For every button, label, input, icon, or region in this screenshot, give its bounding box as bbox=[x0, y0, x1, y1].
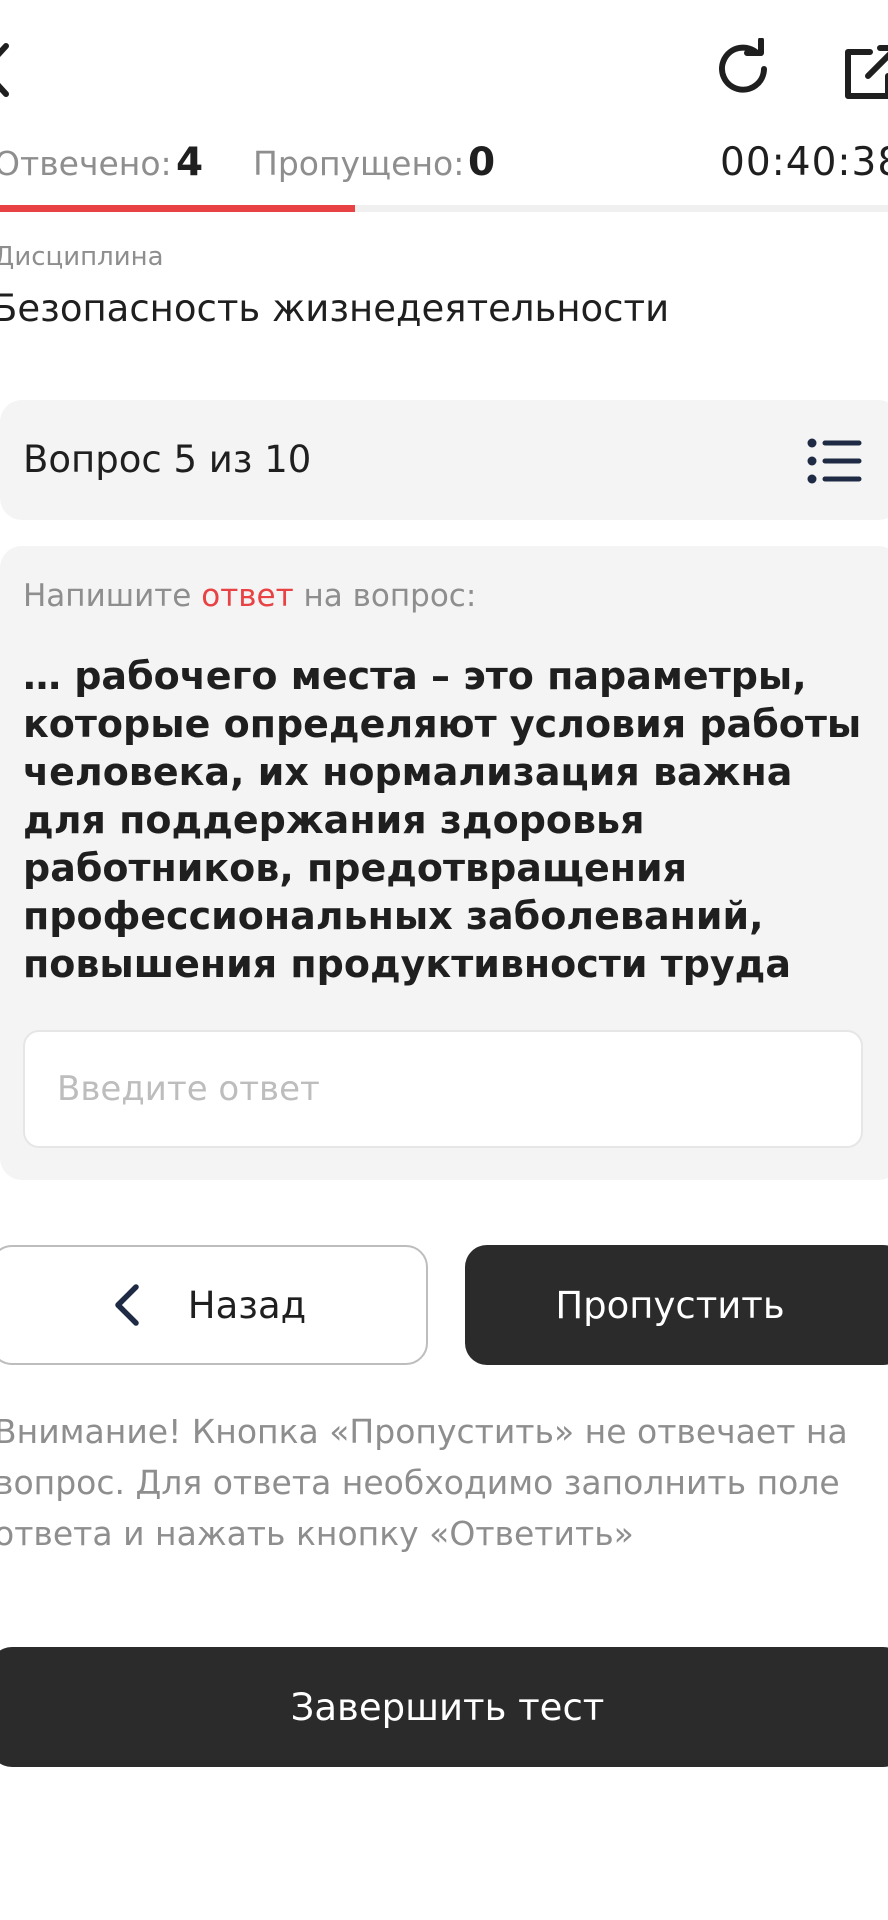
list-icon[interactable] bbox=[807, 437, 863, 485]
back-icon[interactable] bbox=[0, 40, 10, 100]
timer: 00:40:38 bbox=[720, 140, 888, 185]
back-button-label: Назад bbox=[187, 1283, 307, 1327]
question-text: … рабочего места – это параметры, которы… bbox=[23, 654, 862, 986]
finish-test-button[interactable]: Завершить тест bbox=[0, 1647, 888, 1767]
discipline-label: Дисциплина bbox=[0, 242, 164, 272]
skip-button-label: Пропустить bbox=[555, 1283, 785, 1327]
question-counter: Вопрос 5 из 10 bbox=[23, 438, 312, 481]
skip-button[interactable]: Пропустить bbox=[465, 1245, 888, 1365]
refresh-icon[interactable] bbox=[712, 37, 774, 100]
external-link-icon[interactable] bbox=[844, 44, 888, 100]
back-button[interactable]: Назад bbox=[0, 1245, 428, 1365]
discipline-name: Безопасность жизнедеятельности bbox=[0, 287, 670, 330]
chevron-left-icon bbox=[112, 1283, 140, 1327]
skipped-count: 0 bbox=[468, 140, 496, 185]
skip-warning: Внимание! Кнопка «Пропустить» не отвечае… bbox=[0, 1412, 848, 1553]
answer-input[interactable] bbox=[23, 1030, 863, 1148]
prompt-accent: ответ bbox=[201, 578, 294, 614]
prompt-after: на вопрос: bbox=[293, 578, 477, 614]
skipped-label: Пропущено: bbox=[253, 144, 465, 183]
progress-fill bbox=[0, 205, 356, 212]
question-prompt: Напишите ответ на вопрос: bbox=[23, 578, 476, 614]
finish-test-label: Завершить тест bbox=[290, 1685, 605, 1729]
answered-count: 4 bbox=[176, 140, 204, 185]
prompt-before: Напишите bbox=[23, 578, 202, 614]
answered-label: Отвечено: bbox=[0, 144, 172, 183]
